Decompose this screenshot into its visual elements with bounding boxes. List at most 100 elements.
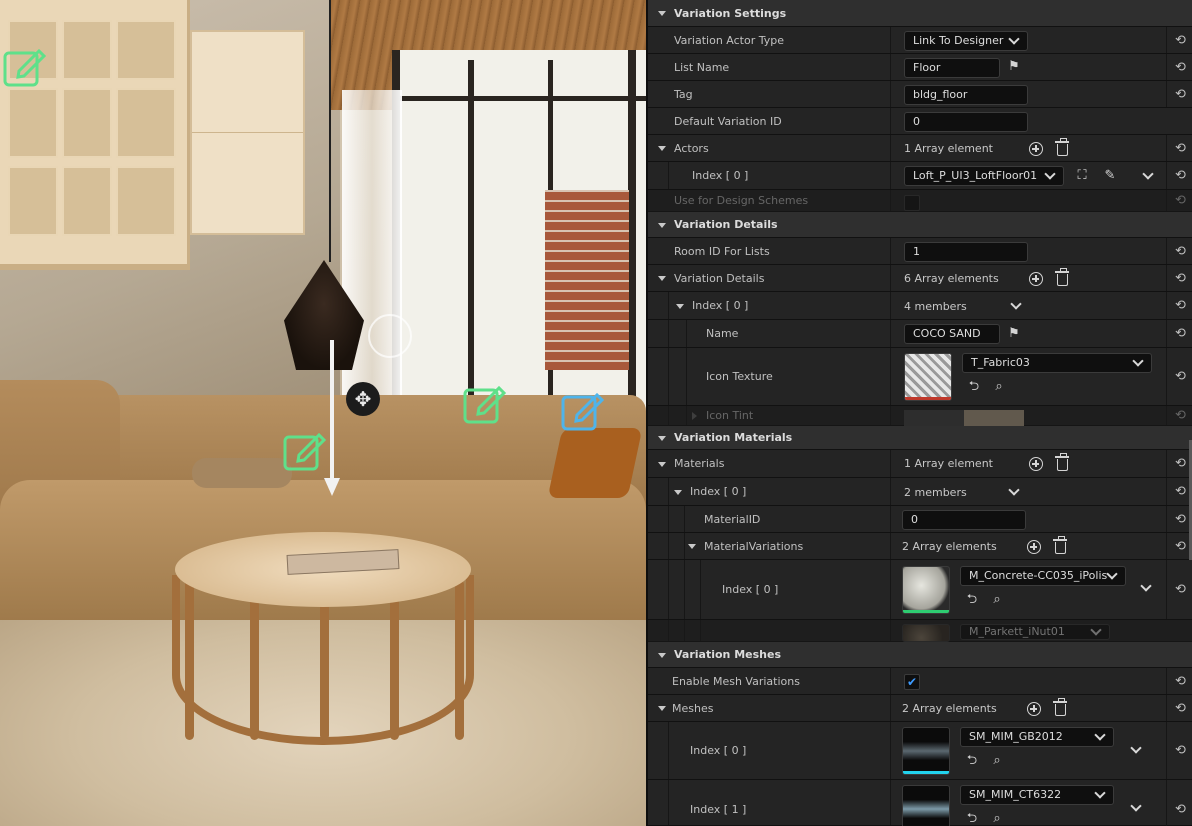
add-element-icon[interactable] xyxy=(1029,272,1043,286)
chevron-down-icon[interactable] xyxy=(1130,800,1142,812)
reset-to-default-icon[interactable]: ⟲ xyxy=(1166,560,1192,619)
reset-to-default-icon[interactable]: ⟲ xyxy=(1166,135,1192,161)
reset-to-default-icon[interactable]: ⟲ xyxy=(1166,348,1192,405)
edit-icon[interactable] xyxy=(462,381,506,425)
translate-gizmo-arrow-head[interactable] xyxy=(324,478,340,496)
row-details-index-0[interactable]: Index [ 0 ] 4 members ⟲ xyxy=(648,292,1192,320)
add-element-icon[interactable] xyxy=(1027,540,1041,554)
chevron-down-icon xyxy=(1094,729,1106,741)
mesh-dropdown[interactable]: SM_MIM_GB2012 xyxy=(960,727,1114,747)
reset-to-default-icon[interactable]: ⟲ xyxy=(1166,695,1192,721)
rotate-gizmo-ring[interactable] xyxy=(368,314,412,358)
material-thumbnail[interactable] xyxy=(902,624,950,642)
use-selected-asset-icon[interactable]: ⮌ xyxy=(964,753,980,769)
row-actors[interactable]: Actors 1 Array element ⟲ xyxy=(648,135,1192,162)
row-variation-details-array[interactable]: Variation Details 6 Array elements ⟲ xyxy=(648,265,1192,292)
expand-arrow-icon[interactable] xyxy=(692,411,697,420)
tag-input[interactable]: bldg_floor xyxy=(904,85,1028,105)
name-input[interactable]: COCO SAND xyxy=(904,324,1000,344)
row-materials-index-0[interactable]: Index [ 0 ] 2 members ⟲ xyxy=(648,478,1192,506)
flag-icon[interactable]: ⚑ xyxy=(1006,59,1022,75)
use-selected-asset-icon[interactable]: ⮌ xyxy=(964,811,980,826)
variation-actor-type-dropdown[interactable]: Link To Designer xyxy=(904,31,1028,51)
mesh-thumbnail[interactable] xyxy=(902,785,950,826)
material-variation-dropdown[interactable]: M_Parkett_iNut01 xyxy=(960,624,1110,640)
reset-to-default-icon[interactable]: ⟲ xyxy=(1166,54,1192,80)
category-variation-materials[interactable]: Variation Materials xyxy=(648,426,1192,450)
collapse-arrow-icon[interactable] xyxy=(658,461,666,467)
reset-to-default-icon[interactable]: ⟲ xyxy=(1166,190,1192,211)
edit-icon[interactable] xyxy=(560,388,604,432)
enable-mesh-variations-checkbox[interactable]: ✔ xyxy=(904,674,920,690)
icon-tint-swatch[interactable] xyxy=(904,410,1024,426)
reset-to-default-icon[interactable]: ⟲ xyxy=(1166,668,1192,694)
room-id-input[interactable]: 1 xyxy=(904,242,1028,262)
chevron-down-icon[interactable] xyxy=(1140,580,1152,592)
collapse-arrow-icon[interactable] xyxy=(658,276,666,281)
browse-asset-icon[interactable]: ⌕ xyxy=(989,592,1005,608)
reset-to-default-icon[interactable]: ⟲ xyxy=(1166,406,1192,425)
edit-icon[interactable] xyxy=(2,44,46,88)
move-icon[interactable]: ✥ xyxy=(346,382,380,416)
default-variation-id-input[interactable]: 0 xyxy=(904,112,1028,132)
trash-icon[interactable] xyxy=(1055,138,1069,156)
reset-to-default-icon[interactable]: ⟲ xyxy=(1166,722,1192,779)
collapse-arrow-icon[interactable] xyxy=(674,489,682,495)
edit-icon[interactable] xyxy=(282,428,326,472)
category-variation-settings[interactable]: Variation Settings xyxy=(648,0,1192,27)
mesh-dropdown[interactable]: SM_MIM_CT6322 xyxy=(960,785,1114,805)
chevron-down-icon[interactable] xyxy=(1008,484,1020,496)
row-material-variations[interactable]: MaterialVariations 2 Array elements ⟲ xyxy=(648,533,1192,560)
collapse-arrow-icon[interactable] xyxy=(658,11,666,16)
collapse-arrow-icon[interactable] xyxy=(658,222,666,228)
material-thumbnail[interactable] xyxy=(902,566,950,614)
category-variation-details[interactable]: Variation Details xyxy=(648,212,1192,238)
actor-picker-dropdown[interactable]: Loft_P_UI3_LoftFloor01 xyxy=(904,166,1064,186)
material-id-input[interactable]: 0 xyxy=(902,510,1026,530)
flag-icon[interactable]: ⚑ xyxy=(1006,326,1022,342)
collapse-arrow-icon[interactable] xyxy=(658,146,666,151)
row-materials[interactable]: Materials 1 Array element ⟲ xyxy=(648,450,1192,478)
chevron-down-icon[interactable] xyxy=(1130,742,1142,754)
translate-gizmo-z-axis[interactable] xyxy=(330,340,334,490)
collapse-arrow-icon[interactable] xyxy=(658,706,666,711)
trash-icon[interactable] xyxy=(1055,453,1069,471)
reset-to-default-icon[interactable]: ⟲ xyxy=(1166,320,1192,347)
reset-to-default-icon[interactable]: ⟲ xyxy=(1166,292,1192,319)
texture-thumbnail[interactable] xyxy=(904,353,952,401)
trash-icon[interactable] xyxy=(1053,698,1067,716)
reset-to-default-icon[interactable]: ⟲ xyxy=(1166,162,1192,189)
reset-to-default-icon[interactable]: ⟲ xyxy=(1166,238,1192,264)
trash-icon[interactable] xyxy=(1055,268,1069,286)
icon-texture-dropdown[interactable]: T_Fabric03 xyxy=(962,353,1152,373)
add-element-icon[interactable] xyxy=(1029,457,1043,471)
add-element-icon[interactable] xyxy=(1027,702,1041,716)
browse-asset-icon[interactable]: ⌕ xyxy=(989,811,1005,826)
select-actor-icon[interactable]: ⛶ xyxy=(1074,168,1090,184)
reset-to-default-icon[interactable]: ⟲ xyxy=(1166,265,1192,291)
collapse-arrow-icon[interactable] xyxy=(676,303,684,309)
browse-asset-icon[interactable]: ⌕ xyxy=(991,379,1007,395)
use-selected-asset-icon[interactable]: ⮌ xyxy=(966,379,982,395)
reset-to-default-icon[interactable]: ⟲ xyxy=(1166,780,1192,826)
collapse-arrow-icon[interactable] xyxy=(688,544,696,549)
row-meshes[interactable]: Meshes 2 Array elements ⟲ xyxy=(648,695,1192,722)
category-variation-meshes[interactable]: Variation Meshes xyxy=(648,642,1192,668)
trash-icon[interactable] xyxy=(1053,536,1067,554)
collapse-arrow-icon[interactable] xyxy=(658,652,666,658)
mesh-thumbnail[interactable] xyxy=(902,727,950,775)
collapse-arrow-icon[interactable] xyxy=(658,435,666,441)
level-viewport[interactable]: ✥ xyxy=(0,0,646,826)
browse-asset-icon[interactable]: ⌕ xyxy=(989,753,1005,769)
reset-to-default-icon[interactable]: ⟲ xyxy=(1166,27,1192,53)
add-element-icon[interactable] xyxy=(1029,142,1043,156)
chevron-down-icon[interactable] xyxy=(1010,298,1022,310)
design-schemes-checkbox[interactable] xyxy=(904,195,920,211)
list-name-input[interactable]: Floor xyxy=(904,58,1000,78)
eyedropper-icon[interactable]: ✎ xyxy=(1102,168,1118,184)
bookshelf xyxy=(0,0,190,270)
use-selected-asset-icon[interactable]: ⮌ xyxy=(964,592,980,608)
material-variation-dropdown[interactable]: M_Concrete-CC035_iPolis xyxy=(960,566,1126,586)
reset-to-default-icon[interactable]: ⟲ xyxy=(1166,81,1192,107)
chevron-down-icon[interactable] xyxy=(1142,168,1154,180)
